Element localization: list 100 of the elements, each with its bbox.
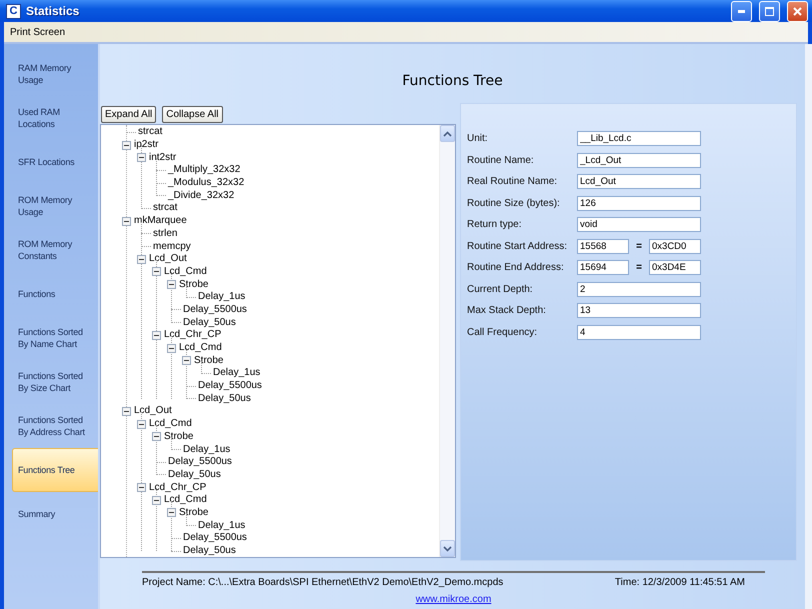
input-field[interactable]: 0x3CD0: [649, 238, 701, 254]
tree-item[interactable]: Lcd_Cmd: [164, 266, 207, 278]
field-label: Routine Size (bytes):: [467, 198, 561, 209]
page-title: Functions Tree: [402, 73, 503, 89]
input-field[interactable]: _Lcd_Out: [577, 152, 701, 168]
collapse-icon[interactable]: [152, 267, 161, 276]
tree-item[interactable]: Strobe: [179, 278, 208, 291]
collapse-icon[interactable]: [122, 406, 131, 416]
minimize-button[interactable]: [731, 0, 752, 22]
field-label: Routine End Address:: [467, 262, 565, 274]
tree-item[interactable]: Delay_50us: [168, 468, 221, 481]
sidebar-item[interactable]: Used RAM Locations: [12, 96, 98, 140]
sidebar-item[interactable]: Functions Tree: [12, 448, 98, 492]
collapse-all-button[interactable]: Collapse All: [162, 106, 223, 123]
input-field[interactable]: 15568: [577, 238, 629, 254]
collapse-icon[interactable]: [152, 496, 161, 505]
field-label: Return type:: [467, 219, 522, 230]
close-icon: [793, 6, 802, 16]
sidebar-item[interactable]: Functions: [12, 272, 98, 316]
tree-item[interactable]: Delay_5500us: [168, 456, 232, 468]
collapse-icon[interactable]: [167, 280, 176, 290]
tree-item[interactable]: Delay_5500us: [198, 380, 262, 392]
tree-item[interactable]: Lcd_Out: [134, 405, 172, 418]
tree-item[interactable]: memcpy: [153, 240, 191, 253]
tree-item[interactable]: strcat: [138, 126, 162, 138]
app-icon: C: [6, 4, 21, 18]
input-field[interactable]: 0x3D4E: [649, 260, 701, 276]
tree-item[interactable]: _Multiply_32x32: [168, 164, 240, 176]
tree-item[interactable]: Delay_1us: [213, 367, 260, 380]
tree-item[interactable]: Delay_5500us: [183, 532, 247, 544]
input-field[interactable]: 13: [577, 303, 701, 318]
tree-item[interactable]: Delay_1us: [198, 520, 246, 532]
tree-item[interactable]: ip2str: [134, 139, 158, 152]
input-field[interactable]: __Lib_Lcd.c: [577, 131, 701, 146]
equals-sign: =: [635, 262, 643, 274]
tree-item[interactable]: Delay_1us: [183, 444, 230, 456]
input-field[interactable]: 15694: [577, 260, 629, 276]
menu-item[interactable]: Print Screen: [8, 26, 68, 38]
tree-item[interactable]: _Modulus_32x32: [168, 177, 244, 190]
tree-item[interactable]: strcat: [153, 202, 178, 214]
field-label: Call Frequency:: [467, 326, 538, 338]
collapse-icon[interactable]: [137, 420, 146, 429]
website-link[interactable]: www.mikroe.com: [416, 594, 492, 605]
collapse-icon[interactable]: [152, 330, 161, 340]
scroll-down-icon: [443, 546, 452, 552]
collapse-icon[interactable]: [122, 216, 131, 226]
tree-item[interactable]: Lcd_Chr_CP: [149, 482, 206, 494]
field-label: Routine Start Address:: [467, 240, 568, 252]
collapse-icon[interactable]: [182, 356, 191, 366]
field-label: Real Routine Name:: [467, 176, 558, 188]
sidebar-item[interactable]: Functions Sorted By Address Chart: [12, 404, 98, 448]
tree-item[interactable]: Lcd_Out: [149, 253, 187, 266]
sidebar-item[interactable]: RAM Memory Usage: [12, 52, 98, 96]
field-label: Unit:: [467, 133, 489, 144]
tree-item[interactable]: mkMarquee: [134, 215, 187, 228]
sidebar-item[interactable]: Functions Sorted By Name Chart: [12, 316, 98, 360]
minimize-icon: [738, 10, 745, 12]
input-field[interactable]: 2: [577, 282, 701, 297]
tree-item[interactable]: int2str: [149, 152, 176, 164]
tree-item[interactable]: Strobe: [164, 430, 194, 443]
tree-item[interactable]: strlen: [153, 228, 178, 240]
scrollbar[interactable]: [805, 44, 812, 609]
tree-item[interactable]: Lcd_Chr_CP: [164, 329, 222, 342]
input-field[interactable]: void: [577, 217, 701, 232]
sidebar-item[interactable]: Functions Sorted By Size Chart: [12, 360, 98, 404]
scroll-up-icon: [443, 130, 452, 136]
collapse-icon[interactable]: [167, 344, 176, 353]
scrollbar[interactable]: [439, 125, 455, 557]
tree-item[interactable]: Delay_50us: [183, 316, 236, 329]
tree-item[interactable]: Strobe: [179, 506, 208, 519]
input-field[interactable]: Lcd_Out: [577, 174, 701, 190]
close-button[interactable]: [787, 0, 808, 22]
maximize-icon: [765, 6, 774, 16]
field-label: Routine Name:: [467, 154, 535, 166]
collapse-icon[interactable]: [137, 483, 146, 492]
sidebar-item[interactable]: ROM Memory Usage: [12, 184, 98, 228]
collapse-icon[interactable]: [137, 153, 146, 162]
tree-item[interactable]: Delay_5500us: [183, 304, 247, 316]
field-label: Current Depth:: [467, 284, 534, 295]
field-label: Max Stack Depth:: [467, 305, 547, 316]
maximize-button[interactable]: [759, 0, 780, 22]
input-field[interactable]: 4: [577, 324, 701, 340]
tree-item[interactable]: Lcd_Cmd: [179, 342, 222, 354]
expand-all-button[interactable]: Expand All: [101, 106, 156, 123]
collapse-icon[interactable]: [167, 508, 176, 518]
tree-item[interactable]: Strobe: [194, 354, 224, 367]
sidebar-item[interactable]: Summary: [12, 492, 98, 536]
tree-item[interactable]: Delay_1us: [198, 291, 246, 304]
input-field[interactable]: 126: [577, 196, 701, 211]
tree-item[interactable]: Lcd_Cmd: [149, 418, 192, 430]
tree-item[interactable]: Delay_50us: [183, 545, 236, 557]
tree-item[interactable]: Delay_50us: [198, 392, 251, 405]
collapse-icon[interactable]: [122, 140, 131, 150]
sidebar-item[interactable]: ROM Memory Constants: [12, 228, 98, 272]
project-name: Project Name: C:\...\Extra Boards\SPI Ethernet\EthV2 Demo\EthV2_Demo.mcpds: [142, 577, 504, 588]
collapse-icon[interactable]: [152, 432, 161, 442]
sidebar-item[interactable]: SFR Locations: [12, 140, 98, 184]
collapse-icon[interactable]: [137, 254, 146, 264]
tree-item[interactable]: _Divide_32x32: [168, 190, 234, 202]
tree-item[interactable]: Lcd_Cmd: [164, 494, 207, 506]
